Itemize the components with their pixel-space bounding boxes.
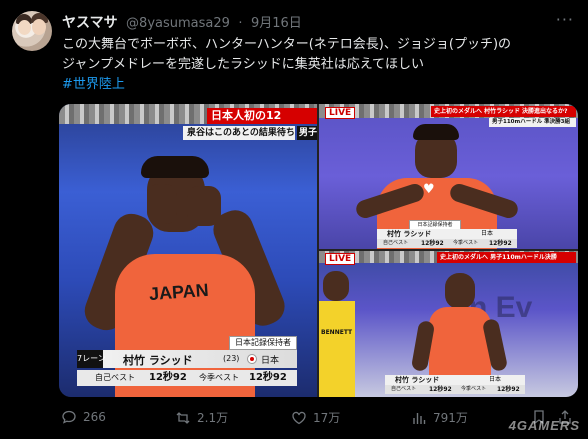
- runner-country: 日本: [261, 356, 280, 366]
- post-text: この大舞台でボーボボ、ハンターハンター(ネテロ会長)、ジョジョ(プッチ)の ジャ…: [62, 35, 578, 95]
- sb-value: 12秒92: [497, 386, 520, 393]
- other-runner-vest: [319, 301, 355, 397]
- runner-name: 村竹 ラシッド: [387, 230, 432, 238]
- stats-bar: 自己ベスト 12秒92 今季ベスト 12秒92: [385, 385, 525, 394]
- display-name[interactable]: ヤスマサ: [62, 15, 118, 31]
- pb-value: 12秒92: [429, 386, 452, 393]
- broadcast-event: 男子: [297, 126, 317, 140]
- sb-label: 今季ベスト: [199, 373, 240, 382]
- reply-button[interactable]: 266: [61, 409, 106, 425]
- action-bar: 266 2.1万 17万 791万: [59, 407, 578, 429]
- live-badge: LIVE: [325, 107, 356, 119]
- other-runner-head: [323, 271, 349, 301]
- broadcast-banner: 史上初のメダルへ 男子110mハードル決勝: [437, 252, 576, 263]
- like-button[interactable]: 17万: [291, 409, 340, 426]
- runner-name: 村竹 ラシッド: [395, 376, 440, 384]
- japan-flag-icon: [247, 354, 257, 364]
- media-image-1[interactable]: 日本人初の12 泉谷はこのあとの結果待ち 男子 JAPAN 日本記録保持者 7レ…: [59, 104, 317, 397]
- runner-vest: [429, 307, 491, 377]
- sb-label: 今季ベスト: [461, 386, 487, 392]
- runner-left-hand: [147, 184, 177, 224]
- runner-right-hand: [187, 186, 221, 226]
- repost-count: 2.1万: [197, 411, 229, 425]
- user-handle[interactable]: @8yasumasa29: [126, 16, 230, 31]
- pb-value: 12秒92: [149, 372, 187, 383]
- views-count: 791万: [433, 411, 468, 425]
- stats-bar: 自己ベスト 12秒92 今季ベスト 12秒92: [377, 239, 517, 248]
- live-badge: LIVE: [325, 253, 356, 265]
- watermark-logo: 4GAMERS: [508, 418, 580, 433]
- views-button[interactable]: 791万: [411, 409, 468, 426]
- reply-count: 266: [83, 410, 106, 424]
- runner-country: 日本: [489, 376, 502, 383]
- media-image-3[interactable]: LIVE 史上初のメダルへ 男子110mハードル決勝 n Evet BENNET…: [319, 251, 578, 397]
- runner-hair: [141, 156, 209, 178]
- vest-text: JAPAN: [148, 279, 210, 305]
- repost-button[interactable]: 2.1万: [175, 409, 228, 426]
- broadcast-banner: 史上初のメダルへ 村竹ラシッド 決勝進出なるか?: [431, 106, 576, 117]
- record-tag: 日本記録保持者: [229, 336, 297, 350]
- views-chart-icon: [411, 410, 427, 426]
- post-header: ヤスマサ @8yasumasa29 · 9月16日: [62, 12, 302, 32]
- runner-hair: [413, 124, 459, 140]
- broadcast-subtitle: 男子110mハードル 準決勝3組: [489, 118, 576, 127]
- sb-value: 12秒92: [249, 372, 287, 383]
- pb-label: 自己ベスト: [383, 240, 409, 246]
- sb-value: 12秒92: [489, 240, 512, 247]
- broadcast-subtitle: 泉谷はこのあとの結果待ち: [183, 126, 295, 140]
- name-bar: 7レーン 村竹 ラシッド (23) 日本: [77, 350, 297, 368]
- name-bar: 村竹 ラシッド 日本: [377, 229, 517, 239]
- pb-label: 自己ベスト: [391, 386, 417, 392]
- post: ヤスマサ @8yasumasa29 · 9月16日 ··· この大舞台でボーボボ…: [0, 0, 588, 439]
- separator-dot: ·: [238, 16, 243, 31]
- runner-age: (23): [223, 354, 240, 363]
- media-grid[interactable]: 日本人初の12 泉谷はこのあとの結果待ち 男子 JAPAN 日本記録保持者 7レ…: [59, 104, 578, 397]
- heart-icon: [291, 410, 307, 426]
- repost-icon: [175, 410, 191, 426]
- other-runner-bib: BENNETT: [321, 329, 353, 336]
- like-count: 17万: [313, 411, 341, 425]
- pb-value: 12秒92: [421, 240, 444, 247]
- post-text-line: ジャンプメドレーを完遂したラシッドに集英社は応えてほしい: [62, 57, 425, 72]
- post-date[interactable]: 9月16日: [251, 16, 302, 31]
- heart-hands-icon: ♥: [423, 182, 435, 197]
- hashtag-link[interactable]: #世界陸上: [62, 75, 578, 95]
- runner-country: 日本: [481, 230, 494, 237]
- sb-label: 今季ベスト: [453, 240, 479, 246]
- runner-name: 村竹 ラシッド: [123, 354, 193, 367]
- post-text-line: この大舞台でボーボボ、ハンターハンター(ネテロ会長)、ジョジョ(プッチ)の: [62, 37, 512, 52]
- name-bar: 村竹 ラシッド 日本: [385, 375, 525, 385]
- stats-bar: 自己ベスト 12秒92 今季ベスト 12秒92: [77, 370, 297, 386]
- runner-head: [445, 273, 475, 309]
- media-image-2[interactable]: LIVE 史上初のメダルへ 村竹ラシッド 決勝進出なるか? 男子110mハードル…: [319, 104, 578, 249]
- lane-label: 7レーン: [77, 350, 106, 368]
- more-options-icon[interactable]: ···: [556, 10, 574, 29]
- reply-icon: [61, 409, 77, 425]
- avatar[interactable]: [12, 11, 52, 51]
- pb-label: 自己ベスト: [95, 373, 136, 382]
- broadcast-banner: 日本人初の12: [207, 108, 317, 124]
